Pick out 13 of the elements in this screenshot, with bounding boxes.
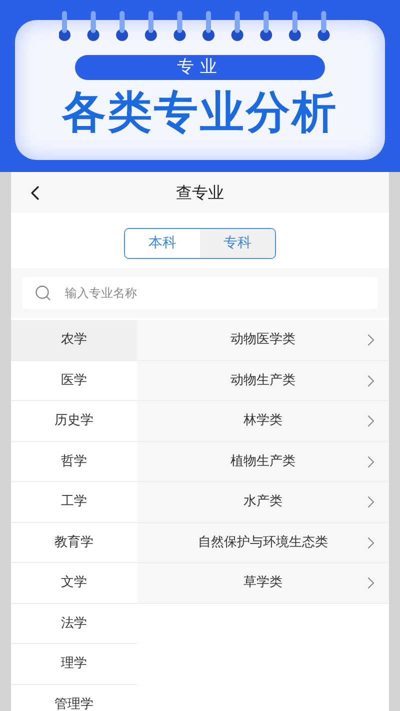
major-item[interactable]: 水产类	[137, 482, 389, 522]
major-item[interactable]: 动物医学类	[137, 320, 389, 360]
search-icon	[34, 284, 52, 302]
banner-title: 各类专业分析	[62, 88, 338, 138]
major-item[interactable]: 动物生产类	[137, 360, 389, 401]
page-title: 查专业	[176, 182, 224, 204]
major-item[interactable]: 自然保护与环境生态类	[137, 522, 389, 563]
major-item[interactable]: 草学类	[137, 563, 389, 604]
major-item[interactable]: 林学类	[137, 401, 389, 442]
category-item[interactable]: 农学	[11, 320, 137, 360]
major-item[interactable]: 植物生产类	[137, 442, 389, 482]
search-field[interactable]: 输入专业名称	[22, 277, 378, 309]
banner-tag: 专业	[75, 55, 325, 80]
